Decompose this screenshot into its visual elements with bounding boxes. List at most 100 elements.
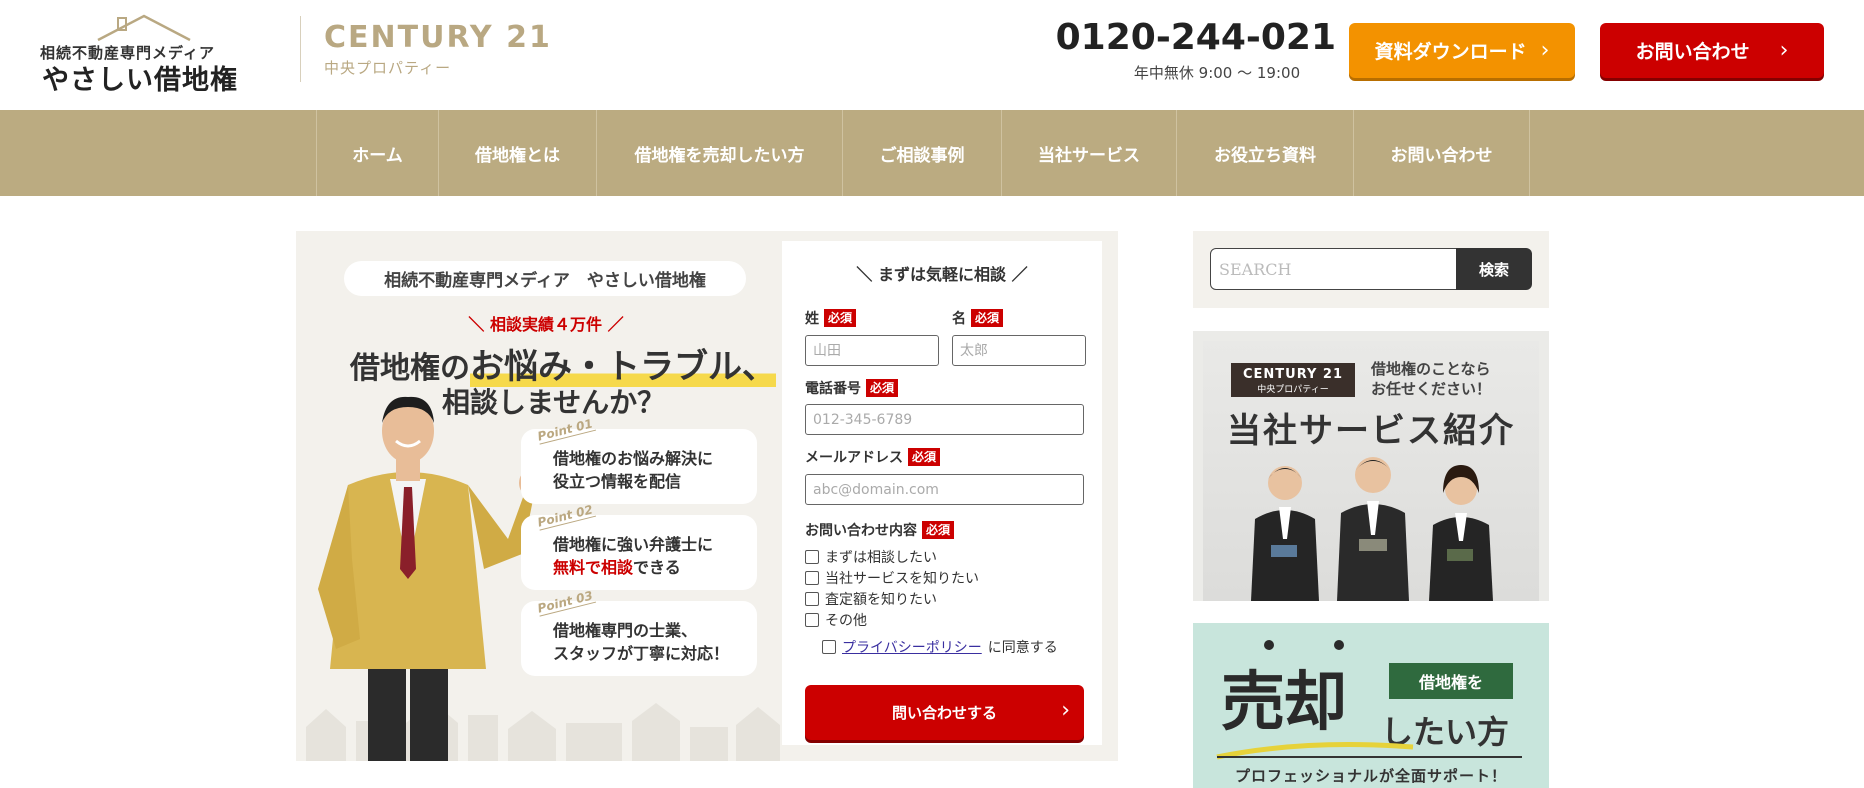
first-name-label: 名 必須 bbox=[952, 308, 1004, 328]
required-badge: 必須 bbox=[908, 448, 941, 466]
nav-item-label: お役立ち資料 bbox=[1214, 145, 1316, 166]
nav-item-sell[interactable]: 借地権を売却したい方 bbox=[597, 110, 843, 196]
inquiry-option-label: 査定額を知りたい bbox=[825, 592, 937, 608]
email-label: メールアドレス 必須 bbox=[805, 447, 941, 467]
phone-number-row: 0120-244-021 bbox=[1056, 20, 1336, 56]
label-text: 名 bbox=[952, 311, 966, 327]
last-name-input[interactable] bbox=[805, 335, 939, 366]
inquiry-option[interactable]: まずは相談したい bbox=[805, 547, 937, 567]
point-line-rest: できる bbox=[633, 558, 681, 577]
submit-button[interactable]: 問い合わせする › bbox=[805, 685, 1084, 740]
logo-divider bbox=[300, 16, 301, 82]
label-text: 電話番号 bbox=[805, 381, 861, 397]
sell-banner-footer: プロフェッショナルが全面サポート！ bbox=[1234, 767, 1507, 785]
staff-photo-illustration bbox=[1251, 457, 1493, 601]
badge-name: CENTURY 21 bbox=[1242, 367, 1344, 382]
nav-item-cases[interactable]: ご相談事例 bbox=[843, 110, 1002, 196]
point-emphasis: 無料で相談 bbox=[553, 558, 634, 577]
required-badge: 必須 bbox=[922, 521, 955, 539]
submit-button-label: 問い合わせする bbox=[891, 704, 997, 722]
inquiry-checkbox[interactable] bbox=[805, 571, 819, 585]
label-text: お問い合わせ内容 bbox=[805, 523, 917, 539]
brand-sub: 中央プロパティー bbox=[324, 59, 452, 77]
privacy-policy-link[interactable]: プライバシーポリシー bbox=[842, 637, 982, 657]
nav-item-label: 借地権とは bbox=[475, 145, 560, 166]
contact-button[interactable]: お問い合わせ › bbox=[1600, 23, 1824, 78]
search-input[interactable] bbox=[1210, 248, 1460, 290]
hero-visual: 相続不動産専門メディア やさしい借地権 ＼ 相談実績４万件 ／ 借地権のお悩み・… bbox=[296, 231, 782, 761]
nav-item-resources[interactable]: お役立ち資料 bbox=[1177, 110, 1354, 196]
hero-headline-2: 相談しませんか？ bbox=[442, 386, 666, 419]
inquiry-checkbox[interactable] bbox=[805, 592, 819, 606]
spokesperson-illustration bbox=[318, 396, 537, 761]
nav-item-home[interactable]: ホーム bbox=[317, 110, 439, 196]
download-button-label: 資料ダウンロード bbox=[1374, 41, 1527, 63]
inquiry-checkbox[interactable] bbox=[805, 550, 819, 564]
brand-logo[interactable]: CENTURY 21 中央プロパティー bbox=[324, 20, 552, 78]
sidebar-search: 検索 bbox=[1193, 231, 1549, 308]
point-tag: Point 03 bbox=[536, 588, 595, 616]
service-banner-image: CENTURY 21 中央プロパティー 借地権のことなら お任せください！ 当社… bbox=[1203, 341, 1539, 601]
chevron-right-icon: › bbox=[1540, 37, 1550, 63]
consultation-record: ＼ 相談実績４万件 ／ bbox=[468, 315, 624, 334]
label-text: メールアドレス bbox=[805, 450, 903, 466]
first-name-input[interactable] bbox=[952, 335, 1086, 366]
point-card: Point 03 借地権専門の士業、 スタッフが丁寧に対応！ bbox=[521, 588, 757, 676]
sell-banner[interactable]: 売却 借地権を したい方 プロフェッショナルが全面サポート！ bbox=[1193, 623, 1549, 788]
swoosh-decoration bbox=[1216, 742, 1414, 760]
nav-item-label: 当社サービス bbox=[1038, 145, 1140, 166]
phone-block[interactable]: 0120-244-021 年中無休 9:00 〜 19:00 bbox=[1056, 20, 1336, 83]
nav-item-label: ホーム bbox=[352, 145, 403, 166]
nav-item-services[interactable]: 当社サービス bbox=[1002, 110, 1177, 196]
sell-banner-tag: 借地権を bbox=[1389, 663, 1513, 699]
consultation-form: ＼ まずは気軽に相談 ／ 姓 必須 名 必須 電話番号 必須 メールアドレス 必… bbox=[782, 241, 1102, 745]
hero-section: 相続不動産専門メディア やさしい借地権 ＼ 相談実績４万件 ／ 借地権のお悩み・… bbox=[296, 231, 1118, 761]
sell-banner-divider bbox=[1217, 756, 1522, 758]
inquiry-checkbox[interactable] bbox=[805, 613, 819, 627]
media-pill: 相続不動産専門メディア やさしい借地権 bbox=[344, 261, 746, 296]
subtitle-line: お任せください！ bbox=[1371, 380, 1492, 398]
nav-item-contact[interactable]: お問い合わせ bbox=[1354, 110, 1530, 196]
subtitle-line: 借地権のことなら bbox=[1371, 360, 1491, 378]
point-text: 借地権に強い弁護士に 無料で相談できる bbox=[553, 533, 713, 579]
privacy-agreement: プライバシーポリシー に同意する bbox=[822, 637, 1058, 657]
point-line: 無料で相談できる bbox=[553, 556, 713, 579]
inquiry-option-label: 当社サービスを知りたい bbox=[825, 571, 979, 587]
badge-sub: 中央プロパティー bbox=[1257, 385, 1329, 395]
site-logo[interactable]: 相続不動産専門メディア やさしい借地権 bbox=[40, 12, 250, 96]
inquiry-option[interactable]: 査定額を知りたい bbox=[805, 589, 937, 609]
service-banner-title: 当社サービス紹介 bbox=[1227, 411, 1515, 451]
form-title: ＼ まずは気軽に相談 ／ bbox=[856, 265, 1028, 284]
required-badge: 必須 bbox=[971, 309, 1004, 327]
phone-input[interactable] bbox=[805, 404, 1084, 435]
last-name-label: 姓 必須 bbox=[805, 308, 857, 328]
point-text: 借地権専門の士業、 スタッフが丁寧に対応！ bbox=[553, 619, 729, 665]
phone-hours: 年中無休 9:00 〜 19:00 bbox=[1133, 64, 1301, 82]
contact-button-label: お問い合わせ bbox=[1635, 41, 1750, 63]
privacy-checkbox[interactable] bbox=[822, 640, 836, 654]
inquiry-option[interactable]: その他 bbox=[805, 610, 867, 630]
nav-item-about[interactable]: 借地権とは bbox=[439, 110, 597, 196]
service-banner[interactable]: CENTURY 21 中央プロパティー 借地権のことなら お任せください！ 当社… bbox=[1193, 331, 1549, 601]
inquiry-option[interactable]: 当社サービスを知りたい bbox=[805, 568, 979, 588]
site-header: 相続不動産専門メディア やさしい借地権 CENTURY 21 中央プロパティー … bbox=[0, 0, 1864, 110]
century21-badge: CENTURY 21 中央プロパティー bbox=[1231, 363, 1355, 397]
privacy-suffix: に同意する bbox=[987, 640, 1058, 656]
chevron-right-icon: › bbox=[1061, 698, 1070, 723]
phone-label: 電話番号 必須 bbox=[805, 378, 899, 398]
point-line: 役立つ情報を配信 bbox=[553, 472, 682, 491]
point-card: Point 02 借地権に強い弁護士に 無料で相談できる bbox=[521, 502, 757, 590]
chevron-right-icon: › bbox=[1779, 37, 1789, 63]
download-button[interactable]: 資料ダウンロード › bbox=[1349, 23, 1575, 78]
point-text: 借地権のお悩み解決に 役立つ情報を配信 bbox=[553, 447, 713, 493]
search-button[interactable]: 検索 bbox=[1456, 248, 1532, 290]
service-banner-subtitle: 借地権のことなら お任せください！ bbox=[1371, 359, 1491, 399]
point-card: Point 01 借地権のお悩み解決に 役立つ情報を配信 bbox=[521, 416, 757, 504]
point-line: 借地権のお悩み解決に bbox=[553, 449, 714, 468]
nav-item-label: お問い合わせ bbox=[1390, 145, 1493, 166]
inquiry-label: お問い合わせ内容 必須 bbox=[805, 520, 955, 540]
sell-banner-big-text: 売却 bbox=[1221, 665, 1347, 740]
nav-item-label: ご相談事例 bbox=[879, 145, 965, 166]
inquiry-option-label: その他 bbox=[825, 613, 867, 629]
email-input[interactable] bbox=[805, 474, 1084, 505]
